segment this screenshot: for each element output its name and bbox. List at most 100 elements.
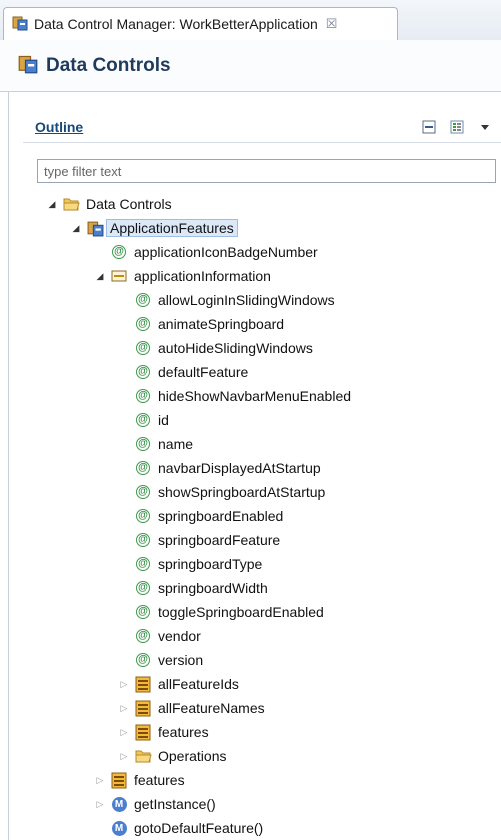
tree-item[interactable]: @ showSpringboardAtStartup: [117, 480, 325, 504]
attribute-icon: @: [134, 579, 152, 597]
outline-toolbar: [421, 119, 493, 135]
collection-icon: [134, 723, 152, 741]
editor-header: Data Controls: [0, 40, 501, 92]
data-control-icon: [18, 54, 38, 77]
close-icon[interactable]: ☒: [326, 16, 338, 32]
tree-item-label: springboardType: [158, 556, 263, 572]
structure-icon: [110, 267, 128, 285]
tree-item[interactable]: @ springboardType: [117, 552, 262, 576]
tree-item[interactable]: @ springboardFeature: [117, 528, 280, 552]
tree-item[interactable]: ▷ features: [93, 768, 185, 792]
tree-item[interactable]: ◢ ApplicationFeatures: [69, 216, 238, 240]
tree-item[interactable]: @ springboardWidth: [117, 576, 268, 600]
collapsed-arrow-icon[interactable]: ▷: [93, 797, 107, 811]
tree-item[interactable]: @ vendor: [117, 624, 201, 648]
tree-item[interactable]: ▷ MgetInstance(): [93, 792, 216, 816]
tree-item-label: Data Controls: [86, 196, 172, 212]
view-options-icon[interactable]: [449, 119, 465, 135]
attribute-icon: @: [134, 531, 152, 549]
tree-item[interactable]: @ springboardEnabled: [117, 504, 283, 528]
tree-item-label: toggleSpringboardEnabled: [158, 604, 324, 620]
tree-item-label: features: [158, 724, 209, 740]
tree-item-label: springboardEnabled: [158, 508, 284, 524]
outline-header: Outline: [23, 112, 501, 143]
tree-item-label: springboardWidth: [158, 580, 268, 596]
folder-icon: [134, 747, 152, 765]
tree-item[interactable]: MgotoDefaultFeature(): [93, 816, 263, 840]
tree-item[interactable]: ◢ Data Controls: [45, 192, 172, 216]
tree-item[interactable]: @ hideShowNavbarMenuEnabled: [117, 384, 351, 408]
tree-item-label: vendor: [158, 628, 201, 644]
tab-data-control-manager[interactable]: Data Control Manager: WorkBetterApplicat…: [3, 7, 398, 40]
tree-item[interactable]: ▷ allFeatureNames: [117, 696, 265, 720]
expanded-arrow-icon[interactable]: ◢: [93, 269, 107, 283]
expanded-arrow-icon[interactable]: ◢: [69, 221, 83, 235]
tree-item-label: applicationInformation: [134, 268, 271, 284]
attribute-icon: @: [134, 291, 152, 309]
tree-item-label: springboardFeature: [158, 532, 281, 548]
tree-item-label: gotoDefaultFeature(): [134, 820, 264, 836]
tree-item[interactable]: ▷ allFeatureIds: [117, 672, 239, 696]
attribute-icon: @: [134, 387, 152, 405]
tree-item[interactable]: @ animateSpringboard: [117, 312, 284, 336]
tree-item[interactable]: @ allowLoginInSlidingWindows: [117, 288, 335, 312]
outline-title[interactable]: Outline: [35, 119, 83, 135]
tree-item-label: defaultFeature: [158, 364, 249, 380]
attribute-icon: @: [134, 339, 152, 357]
collapsed-arrow-icon[interactable]: ▷: [93, 773, 107, 787]
expanded-arrow-icon[interactable]: ◢: [45, 197, 59, 211]
tree-item-label: animateSpringboard: [158, 316, 285, 332]
data-control-icon: [86, 219, 104, 237]
tree-item-label: allFeatureNames: [158, 700, 265, 716]
tree-item[interactable]: ▷ features: [117, 720, 209, 744]
tree-item-label: Operations: [158, 748, 227, 764]
tree-item-label: autoHideSlidingWindows: [158, 340, 313, 356]
method-icon: M: [110, 795, 128, 813]
attribute-icon: @: [134, 555, 152, 573]
attribute-icon: @: [134, 627, 152, 645]
chevron-down-icon[interactable]: [477, 119, 493, 135]
tree-item-label: ApplicationFeatures: [106, 219, 238, 237]
collapsed-arrow-icon[interactable]: ▷: [117, 725, 131, 739]
tree-item[interactable]: @ navbarDisplayedAtStartup: [117, 456, 321, 480]
page-title: Data Controls: [46, 54, 171, 76]
tree-item[interactable]: @ applicationIconBadgeNumber: [93, 240, 318, 264]
attribute-icon: @: [110, 243, 128, 261]
collapsed-arrow-icon[interactable]: ▷: [117, 701, 131, 715]
tree-item-label: navbarDisplayedAtStartup: [158, 460, 321, 476]
tree-item[interactable]: @ defaultFeature: [117, 360, 248, 384]
editor-tab-bar: Data Control Manager: WorkBetterApplicat…: [0, 0, 501, 41]
tree-item-label: applicationIconBadgeNumber: [134, 244, 318, 260]
tree-item[interactable]: @ version: [117, 648, 203, 672]
collapsed-arrow-icon[interactable]: ▷: [117, 749, 131, 763]
folder-icon: [62, 195, 80, 213]
attribute-icon: @: [134, 603, 152, 621]
tree-item[interactable]: @ name: [117, 432, 193, 456]
divider: [8, 92, 9, 840]
tree-item[interactable]: ◢ applicationInformation: [93, 264, 271, 288]
tab-title: Data Control Manager: WorkBetterApplicat…: [34, 16, 318, 32]
filter-input[interactable]: [37, 159, 496, 183]
tree-item[interactable]: ▷ Operations: [117, 744, 227, 768]
tree-item[interactable]: @ autoHideSlidingWindows: [117, 336, 313, 360]
tree-item[interactable]: @ id: [117, 408, 169, 432]
collapse-all-icon[interactable]: [421, 119, 437, 135]
collapsed-arrow-icon[interactable]: ▷: [117, 677, 131, 691]
tree-item-label: version: [158, 652, 204, 668]
tree-item[interactable]: @ toggleSpringboardEnabled: [117, 600, 324, 624]
method-icon: M: [110, 819, 128, 837]
attribute-icon: @: [134, 435, 152, 453]
